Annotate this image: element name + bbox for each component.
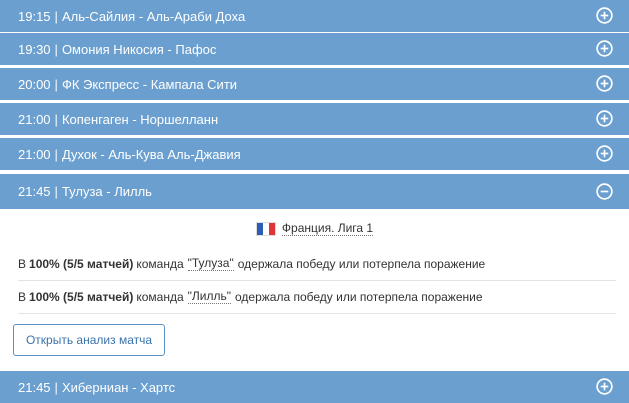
- plus-circle-icon[interactable]: [596, 7, 613, 24]
- match-teams: Омония Никосия - Пафос: [61, 41, 217, 57]
- match-time: 19:15: [18, 8, 51, 24]
- match-details-panel: Франция. Лига 1 В 100% (5/5 матчей) кома…: [0, 209, 629, 371]
- match-teams: Духок - Аль-Кува Аль-Джавия: [61, 146, 241, 162]
- match-row-expanded[interactable]: 21:45 | Тулуза - Лилль: [0, 174, 629, 209]
- league-name[interactable]: Франция. Лига 1: [281, 221, 374, 236]
- plus-circle-icon[interactable]: [596, 110, 613, 127]
- separator: |: [54, 146, 58, 162]
- match-teams: Копенгаген - Норшелланн: [61, 111, 219, 127]
- separator: |: [54, 111, 58, 127]
- match-teams: Тулуза - Лилль: [61, 184, 152, 199]
- plus-circle-icon[interactable]: [596, 378, 613, 395]
- match-teams: Аль-Сайлия - Аль-Араби Доха: [61, 8, 246, 24]
- france-flag-icon: [255, 221, 276, 236]
- league-info: Франция. Лига 1: [0, 221, 629, 236]
- match-row[interactable]: 21:00 | Духок - Аль-Кува Аль-Джавия: [0, 138, 629, 171]
- match-teams: Хиберниан - Хартс: [61, 379, 176, 395]
- match-row[interactable]: 20:00 | ФК Экспресс - Кампала Сити: [0, 68, 629, 101]
- plus-circle-icon[interactable]: [596, 75, 613, 92]
- stat-line: В 100% (5/5 матчей) команда "Тулуза" оде…: [18, 247, 616, 281]
- match-time: 21:00: [18, 111, 51, 127]
- match-time: 19:30: [18, 41, 51, 57]
- separator: |: [54, 41, 58, 57]
- match-row[interactable]: 19:15 | Аль-Сайлия - Аль-Араби Доха: [0, 0, 629, 33]
- stat-prefix: В: [18, 289, 27, 304]
- stat-line: В 100% (5/5 матчей) команда "Лилль" одер…: [18, 280, 616, 314]
- plus-circle-icon[interactable]: [596, 40, 613, 57]
- match-row[interactable]: 21:45 | Хиберниан - Хартс: [0, 371, 629, 403]
- match-row[interactable]: 19:30 | Омония Никосия - Пафос: [0, 33, 629, 66]
- stat-team[interactable]: "Лилль": [187, 289, 231, 304]
- stat-team[interactable]: "Тулуза": [187, 256, 234, 271]
- minus-circle-icon[interactable]: [596, 182, 613, 200]
- separator: |: [54, 76, 58, 92]
- plus-circle-icon[interactable]: [596, 145, 613, 162]
- match-time: 21:00: [18, 146, 51, 162]
- match-teams: ФК Экспресс - Кампала Сити: [61, 76, 238, 92]
- stat-suffix: одержала победу или потерпела поражение: [235, 289, 483, 304]
- separator: |: [54, 184, 58, 199]
- match-time: 21:45: [18, 379, 51, 395]
- match-time: 21:45: [18, 184, 51, 199]
- match-time: 20:00: [18, 76, 51, 92]
- stat-prefix: В: [18, 256, 27, 271]
- stat-mid: команда: [136, 289, 184, 304]
- stat-mid: команда: [136, 256, 184, 271]
- match-row[interactable]: 21:00 | Копенгаген - Норшелланн: [0, 103, 629, 136]
- stat-suffix: одержала победу или потерпела поражение: [237, 256, 486, 271]
- open-match-analysis-button[interactable]: Открыть анализ матча: [13, 324, 165, 356]
- stat-percent: 100% (5/5 матчей): [29, 289, 134, 304]
- stat-percent: 100% (5/5 матчей): [29, 256, 134, 271]
- separator: |: [54, 8, 58, 24]
- separator: |: [54, 379, 58, 395]
